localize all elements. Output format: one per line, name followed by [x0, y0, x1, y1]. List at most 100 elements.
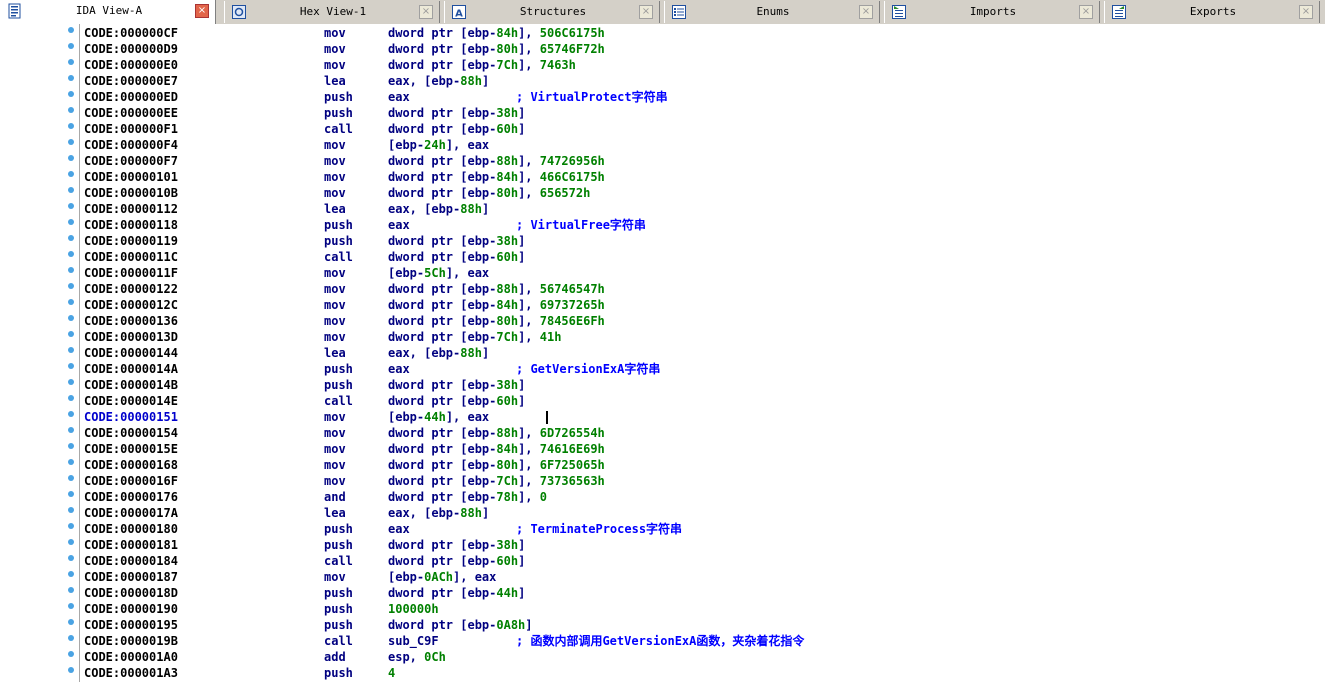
address[interactable]: CODE:00000195 [84, 617, 178, 633]
address[interactable]: CODE:0000019B [84, 633, 178, 649]
operands[interactable]: dword ptr [ebp-38h] [388, 105, 525, 121]
address[interactable]: CODE:00000118 [84, 217, 178, 233]
address[interactable]: CODE:00000112 [84, 201, 178, 217]
mnemonic[interactable]: mov [324, 313, 346, 329]
listing-row[interactable]: CODE:00000122 mov dword ptr [ebp-88h], 567… [0, 281, 1325, 297]
tab-exports[interactable]: Exports × [1104, 1, 1320, 23]
address[interactable]: CODE:0000014E [84, 393, 178, 409]
tab-enums[interactable]: Enums × [664, 1, 880, 23]
listing-row[interactable]: CODE:00000144 lea eax, [ebp-88h] [0, 345, 1325, 361]
mnemonic[interactable]: push [324, 537, 353, 553]
listing-row[interactable]: CODE:0000011C call dword ptr [ebp-60h] [0, 249, 1325, 265]
operands[interactable]: dword ptr [ebp-84h], 466C6175h [388, 169, 605, 185]
address[interactable]: CODE:00000154 [84, 425, 178, 441]
mnemonic[interactable]: push [324, 585, 353, 601]
close-icon[interactable]: × [639, 5, 653, 19]
listing-row[interactable]: CODE:0000016F mov dword ptr [ebp-7Ch], 737… [0, 473, 1325, 489]
listing-row[interactable]: CODE:00000154 mov dword ptr [ebp-88h], 6D7… [0, 425, 1325, 441]
listing-row[interactable]: CODE:0000014E call dword ptr [ebp-60h] [0, 393, 1325, 409]
mnemonic[interactable]: push [324, 233, 353, 249]
listing-row[interactable]: CODE:00000187 mov [ebp-0ACh], eax [0, 569, 1325, 585]
disassembly-listing[interactable]: CODE:000000CF mov dword ptr [ebp-84h], 506… [0, 24, 1325, 682]
listing-row[interactable]: CODE:0000013D mov dword ptr [ebp-7Ch], 41h [0, 329, 1325, 345]
operands[interactable]: esp, 0Ch [388, 649, 446, 665]
mnemonic[interactable]: call [324, 553, 353, 569]
listing-row[interactable]: CODE:000000F4 mov [ebp-24h], eax [0, 137, 1325, 153]
listing-row[interactable]: CODE:000000F1 call dword ptr [ebp-60h] [0, 121, 1325, 137]
operands[interactable]: eax, [ebp-88h] [388, 505, 489, 521]
listing-row[interactable]: CODE:000001A0 add esp, 0Ch [0, 649, 1325, 665]
tab-structures[interactable]: A Structures × [444, 1, 660, 23]
operands[interactable]: dword ptr [ebp-60h] [388, 249, 525, 265]
mnemonic[interactable]: push [324, 617, 353, 633]
listing-row[interactable]: CODE:00000101 mov dword ptr [ebp-84h], 466… [0, 169, 1325, 185]
operands[interactable]: sub_C9F [388, 633, 439, 649]
address[interactable]: CODE:00000136 [84, 313, 178, 329]
operands[interactable]: eax, [ebp-88h] [388, 201, 489, 217]
listing-row[interactable]: CODE:00000195 push dword ptr [ebp-0A8h] [0, 617, 1325, 633]
address[interactable]: CODE:000000EE [84, 105, 178, 121]
mnemonic[interactable]: mov [324, 185, 346, 201]
listing-row[interactable]: CODE:00000112 lea eax, [ebp-88h] [0, 201, 1325, 217]
mnemonic[interactable]: call [324, 633, 353, 649]
listing-row[interactable]: CODE:0000014A push eax ; GetVersionExA字符串 [0, 361, 1325, 377]
address[interactable]: CODE:00000176 [84, 489, 178, 505]
operands[interactable]: dword ptr [ebp-38h] [388, 233, 525, 249]
operands[interactable]: eax [388, 217, 410, 233]
operands[interactable]: dword ptr [ebp-88h], 74726956h [388, 153, 605, 169]
listing-row[interactable]: CODE:00000176 and dword ptr [ebp-78h], 0 [0, 489, 1325, 505]
mnemonic[interactable]: and [324, 489, 346, 505]
mnemonic[interactable]: mov [324, 457, 346, 473]
mnemonic[interactable]: add [324, 649, 346, 665]
address[interactable]: CODE:000000F4 [84, 137, 178, 153]
listing-row[interactable]: CODE:0000014B push dword ptr [ebp-38h] [0, 377, 1325, 393]
mnemonic[interactable]: push [324, 377, 353, 393]
mnemonic[interactable]: mov [324, 297, 346, 313]
mnemonic[interactable]: mov [324, 153, 346, 169]
mnemonic[interactable]: mov [324, 265, 346, 281]
address[interactable]: CODE:00000190 [84, 601, 178, 617]
mnemonic[interactable]: lea [324, 505, 346, 521]
address[interactable]: CODE:00000168 [84, 457, 178, 473]
operands[interactable]: eax [388, 361, 410, 377]
operands[interactable]: dword ptr [ebp-84h], 506C6175h [388, 25, 605, 41]
address[interactable]: CODE:0000014A [84, 361, 178, 377]
address[interactable]: CODE:0000017A [84, 505, 178, 521]
operands[interactable]: eax [388, 521, 410, 537]
operands[interactable]: [ebp-44h], eax [388, 409, 489, 425]
tab-imports[interactable]: Imports × [884, 1, 1100, 23]
address[interactable]: CODE:000000D9 [84, 41, 178, 57]
operands[interactable]: dword ptr [ebp-84h], 69737265h [388, 297, 605, 313]
address[interactable]: CODE:0000013D [84, 329, 178, 345]
mnemonic[interactable]: push [324, 361, 353, 377]
address[interactable]: CODE:00000119 [84, 233, 178, 249]
listing-row[interactable]: CODE:000000ED push eax ; VirtualProtect字符串 [0, 89, 1325, 105]
address[interactable]: CODE:000001A0 [84, 649, 178, 665]
operands[interactable]: dword ptr [ebp-80h], 78456E6Fh [388, 313, 605, 329]
mnemonic[interactable]: mov [324, 57, 346, 73]
close-icon[interactable]: × [1299, 5, 1313, 19]
mnemonic[interactable]: push [324, 665, 353, 681]
listing-row[interactable]: CODE:0000015E mov dword ptr [ebp-84h], 746… [0, 441, 1325, 457]
operands[interactable]: dword ptr [ebp-84h], 74616E69h [388, 441, 605, 457]
close-icon[interactable]: × [1079, 5, 1093, 19]
operands[interactable]: [ebp-24h], eax [388, 137, 489, 153]
address[interactable]: CODE:00000187 [84, 569, 178, 585]
operands[interactable]: [ebp-0ACh], eax [388, 569, 496, 585]
mnemonic[interactable]: mov [324, 41, 346, 57]
mnemonic[interactable]: mov [324, 137, 346, 153]
address[interactable]: CODE:00000180 [84, 521, 178, 537]
operands[interactable]: dword ptr [ebp-80h], 656572h [388, 185, 590, 201]
address[interactable]: CODE:0000016F [84, 473, 178, 489]
listing-row[interactable]: CODE:00000190 push 100000h [0, 601, 1325, 617]
mnemonic[interactable]: push [324, 521, 353, 537]
listing-row[interactable]: CODE:0000017A lea eax, [ebp-88h] [0, 505, 1325, 521]
mnemonic[interactable]: call [324, 121, 353, 137]
operands[interactable]: dword ptr [ebp-60h] [388, 393, 525, 409]
mnemonic[interactable]: mov [324, 569, 346, 585]
mnemonic[interactable]: mov [324, 473, 346, 489]
operands[interactable]: [ebp-5Ch], eax [388, 265, 489, 281]
listing-row[interactable]: CODE:000000E0 mov dword ptr [ebp-7Ch], 746… [0, 57, 1325, 73]
operands[interactable]: dword ptr [ebp-7Ch], 41h [388, 329, 561, 345]
address[interactable]: CODE:000001A3 [84, 665, 178, 681]
